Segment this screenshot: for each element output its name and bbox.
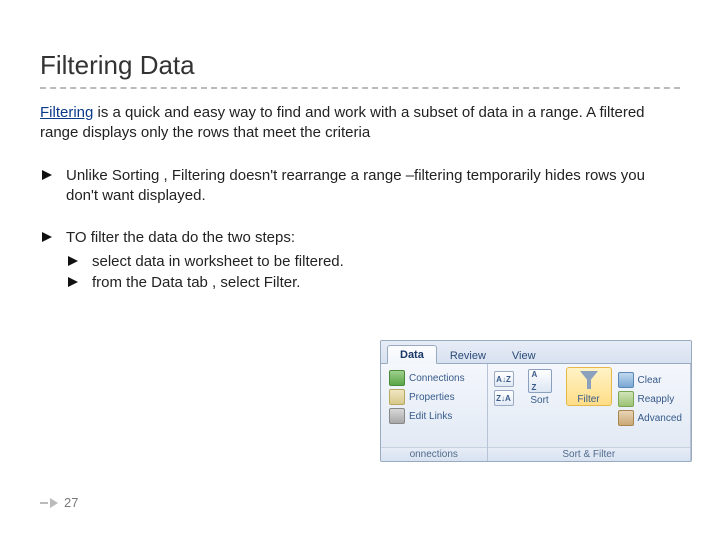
edit-links-label: Edit Links xyxy=(409,411,452,422)
properties-button[interactable]: Properties xyxy=(387,388,467,406)
clear-button[interactable]: Clear xyxy=(616,371,684,389)
ribbon-tab-data[interactable]: Data xyxy=(387,345,437,364)
slide-number-arrow-icon xyxy=(50,498,58,508)
advanced-icon xyxy=(618,410,634,426)
filter-options: Clear Reapply Advanced xyxy=(616,367,684,427)
bullet-item: TO filter the data do the two steps: sel… xyxy=(40,228,680,293)
filter-label: Filter xyxy=(577,394,599,405)
intro-keyword: Filtering xyxy=(40,104,93,121)
ribbon-tab-review[interactable]: Review xyxy=(437,346,499,364)
sort-button[interactable]: Sort xyxy=(518,367,562,406)
title-divider xyxy=(40,87,680,89)
properties-icon xyxy=(389,389,405,405)
sub-bullet-item: from the Data tab , select Filter. xyxy=(66,273,680,293)
connections-label: Connections xyxy=(409,373,465,384)
reapply-button[interactable]: Reapply xyxy=(616,390,684,408)
ribbon-group-connections: Connections Properties Edit Links onnect… xyxy=(381,364,488,462)
ribbon-tab-view[interactable]: View xyxy=(499,346,549,364)
intro-paragraph: Filtering is a quick and easy way to fin… xyxy=(40,103,680,144)
connections-icon xyxy=(389,370,405,386)
properties-label: Properties xyxy=(409,392,455,403)
ribbon-tabstrip: Data Review View xyxy=(381,341,691,364)
intro-rest: is a quick and easy way to find and work… xyxy=(40,104,645,141)
reapply-icon xyxy=(618,391,634,407)
sub-bullet-text: from the Data tab , select Filter. xyxy=(92,274,300,291)
group-content: A↓Z Z↓A Sort Filter Clear xyxy=(494,367,684,447)
bullet-text: Unlike Sorting , Filtering doesn't rearr… xyxy=(66,167,645,204)
filter-button[interactable]: Filter xyxy=(566,367,612,406)
ribbon-snippet: Data Review View Connections Properties xyxy=(380,340,692,462)
clear-label: Clear xyxy=(638,375,662,386)
bullet-lead: TO filter the data do the two steps: xyxy=(66,229,295,246)
group-content: Connections Properties Edit Links xyxy=(387,367,481,447)
slide-number-dash xyxy=(40,502,48,504)
connections-button[interactable]: Connections xyxy=(387,369,467,387)
edit-links-button[interactable]: Edit Links xyxy=(387,407,467,425)
sort-shortcuts: A↓Z Z↓A xyxy=(494,367,514,406)
sort-label: Sort xyxy=(530,395,548,406)
reapply-label: Reapply xyxy=(638,394,675,405)
advanced-label: Advanced xyxy=(638,413,682,424)
bullet-list: Unlike Sorting , Filtering doesn't rearr… xyxy=(40,166,680,293)
edit-links-icon xyxy=(389,408,405,424)
sub-bullet-list: select data in worksheet to be filtered.… xyxy=(66,252,680,293)
sort-za-button[interactable]: Z↓A xyxy=(494,390,514,406)
sort-az-button[interactable]: A↓Z xyxy=(494,371,514,387)
sort-icon xyxy=(528,369,552,393)
slide-number-wrap: 27 xyxy=(40,495,78,510)
slide-title: Filtering Data xyxy=(40,50,680,81)
sub-bullet-text: select data in worksheet to be filtered. xyxy=(92,253,344,270)
group-label-sort-filter: Sort & Filter xyxy=(488,447,690,462)
bullet-item: Unlike Sorting , Filtering doesn't rearr… xyxy=(40,166,680,207)
group-label-connections: onnections xyxy=(381,447,487,462)
sub-bullet-item: select data in worksheet to be filtered. xyxy=(66,252,680,272)
ribbon-body: Connections Properties Edit Links onnect… xyxy=(381,364,691,462)
connections-list: Connections Properties Edit Links xyxy=(387,367,467,425)
funnel-icon xyxy=(578,370,600,392)
clear-icon xyxy=(618,372,634,388)
advanced-button[interactable]: Advanced xyxy=(616,409,684,427)
slide-number: 27 xyxy=(64,495,78,510)
ribbon-group-sort-filter: A↓Z Z↓A Sort Filter Clear xyxy=(488,364,691,462)
slide: Filtering Data Filtering is a quick and … xyxy=(0,0,720,540)
